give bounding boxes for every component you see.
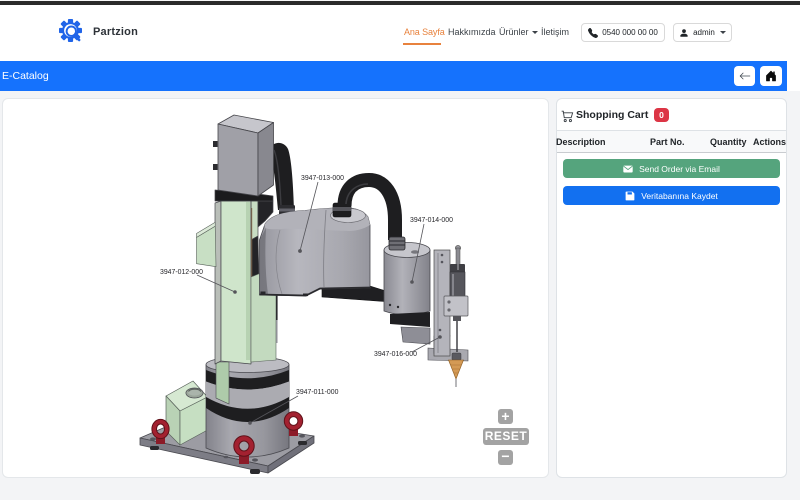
svg-text:3947-014-000: 3947-014-000 [410, 217, 453, 224]
svg-text:3947-012-000: 3947-012-000 [160, 269, 203, 276]
svg-text:3947-016-000: 3947-016-000 [374, 351, 417, 358]
svg-text:3947-011-000: 3947-011-000 [296, 389, 339, 396]
svg-text:3947-013-000: 3947-013-000 [301, 175, 344, 182]
